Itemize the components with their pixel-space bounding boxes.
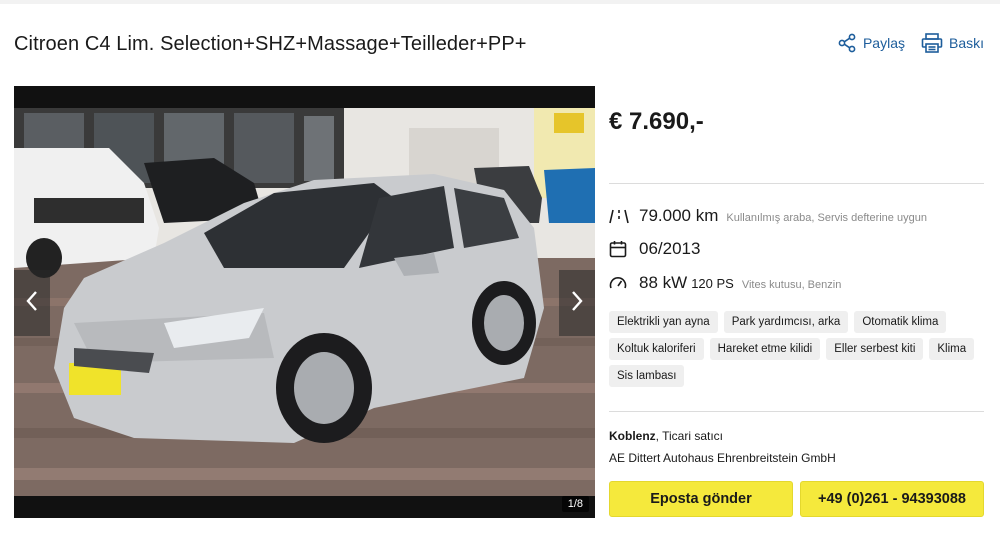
registration-value: 06/2013 [639, 239, 701, 258]
feature-tags: Elektrikli yan ayna Park yardımcısı, ark… [609, 311, 984, 387]
seller-city: Koblenz [609, 429, 656, 443]
phone-button[interactable]: +49 (0)261 - 94393088 [800, 481, 984, 517]
feature-tag: Klima [929, 338, 975, 360]
gallery-prev-button[interactable] [14, 270, 50, 336]
share-icon [837, 33, 857, 53]
power-kw: 88 kW [639, 273, 688, 292]
spec-power: 88 kW 120 PS Vites kutusu, Benzin [609, 273, 841, 293]
speedometer-icon [609, 274, 631, 292]
calendar-icon [609, 240, 631, 258]
divider [609, 183, 984, 184]
car-photo [14, 108, 595, 496]
photo-counter: 1/8 [561, 496, 589, 512]
spec-registration: 06/2013 [609, 239, 700, 259]
road-icon [609, 207, 631, 225]
seller-type: , Ticari satıcı [655, 429, 724, 443]
mileage-note: Kullanılmış araba, Servis defterine uygu… [726, 212, 927, 224]
power-ps: 120 PS [691, 276, 734, 291]
send-email-button[interactable]: Eposta gönder [609, 481, 793, 517]
feature-tag: Elektrikli yan ayna [609, 311, 718, 333]
printer-icon [921, 33, 943, 53]
chevron-right-icon [570, 290, 584, 317]
dealer-name: AE Dittert Autohaus Ehrenbreitstein GmbH [609, 451, 836, 465]
feature-tag: Koltuk kaloriferi [609, 338, 704, 360]
share-button[interactable]: Paylaş [837, 33, 905, 53]
price: € 7.690,- [609, 108, 704, 135]
mileage-value: 79.000 km [639, 206, 719, 225]
gallery-next-button[interactable] [559, 270, 595, 336]
feature-tag: Otomatik klima [854, 311, 947, 333]
feature-tag: Sis lambası [609, 365, 685, 387]
seller-location: Koblenz, Ticari satıcı [609, 429, 723, 443]
print-button[interactable]: Baskı [921, 33, 984, 53]
power-note: Vites kutusu, Benzin [741, 279, 842, 291]
print-label: Baskı [948, 35, 984, 51]
top-strip [0, 0, 1000, 4]
listing-actions: Paylaş Baskı [837, 33, 984, 53]
listing-title: Citroen C4 Lim. Selection+SHZ+Massage+Te… [14, 33, 527, 55]
share-label: Paylaş [862, 35, 905, 51]
spec-mileage: 79.000 km Kullanılmış araba, Servis deft… [609, 206, 927, 226]
feature-tag: Hareket etme kilidi [709, 338, 821, 360]
divider [609, 411, 984, 412]
chevron-left-icon [25, 290, 39, 317]
photo-gallery[interactable]: 1/8 [14, 86, 595, 518]
feature-tag: Eller serbest kiti [826, 338, 924, 360]
feature-tag: Park yardımcısı, arka [723, 311, 849, 333]
